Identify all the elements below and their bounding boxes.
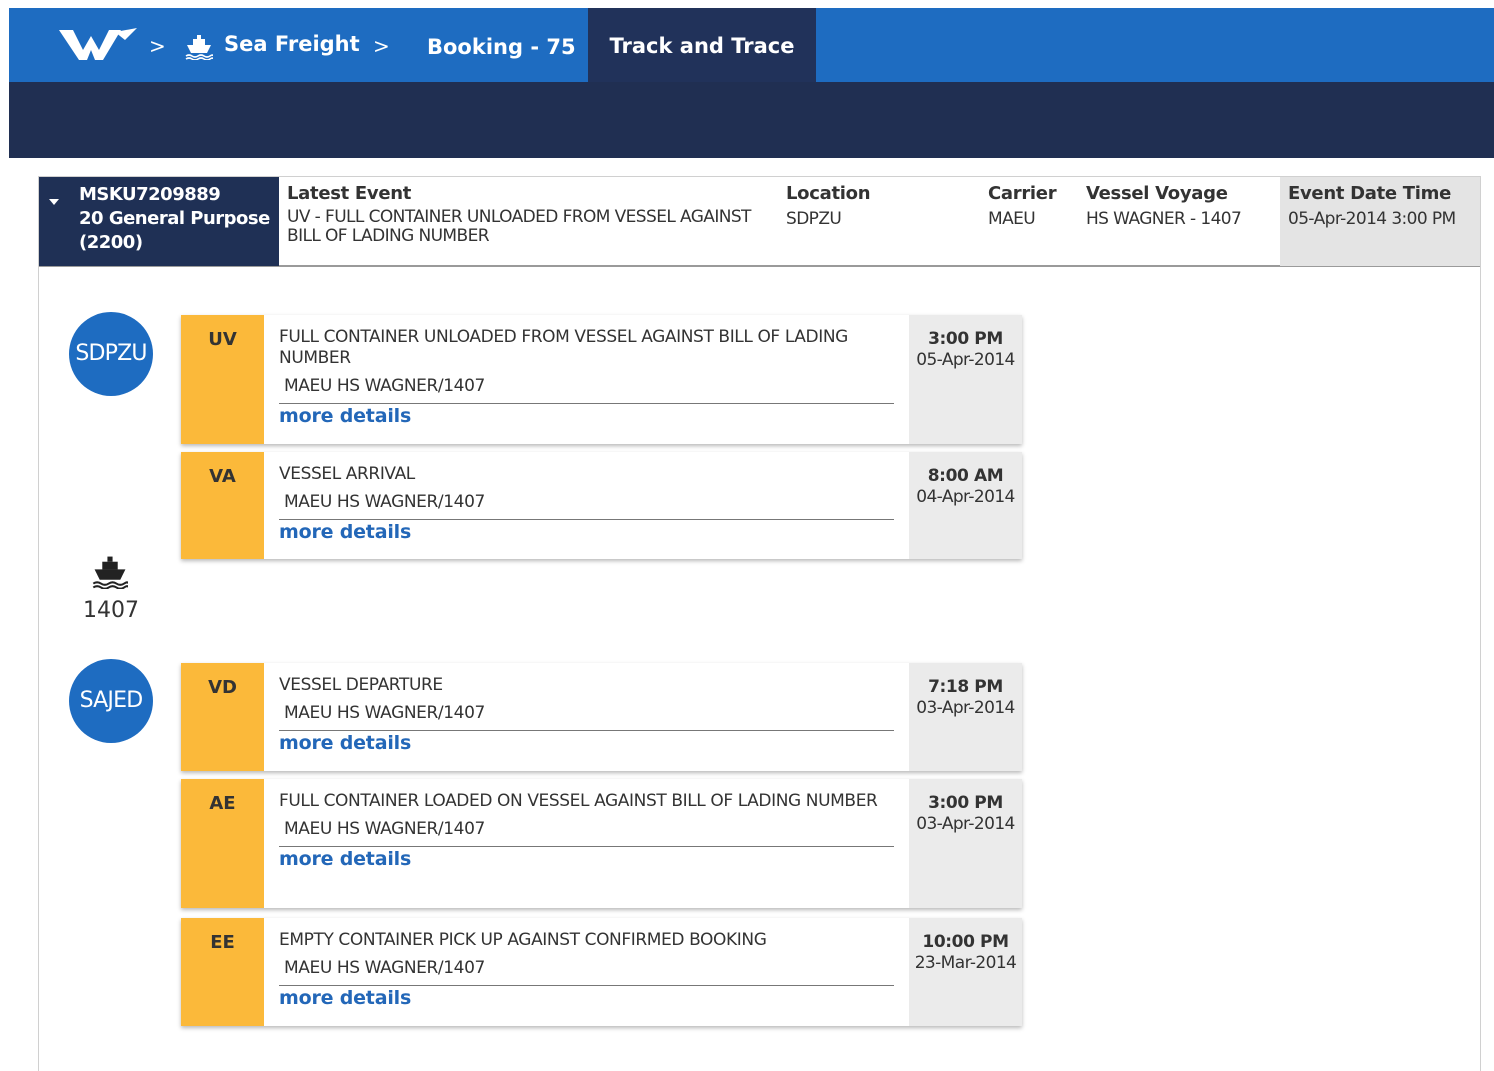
more-details-link[interactable]: more details [279, 732, 894, 754]
event-date-column: Event Date Time 05-Apr-2014 3:00 PM [1280, 177, 1480, 266]
event-time: 3:00 PM [928, 793, 1003, 813]
event-carrier-vessel: MAEU HS WAGNER/1407 [284, 703, 485, 723]
event-date: 04-Apr-2014 [916, 487, 1015, 507]
event-date-label: Event Date Time [1288, 183, 1452, 204]
tab-track-and-trace[interactable]: Track and Trace [588, 8, 816, 82]
breadcrumb-separator: > [149, 34, 166, 58]
breadcrumb-separator: > [373, 34, 390, 58]
ship-icon [185, 35, 213, 60]
location-value: SDPZU [786, 209, 842, 229]
latest-event-value: UV - FULL CONTAINER UNLOADED FROM VESSEL… [287, 207, 751, 246]
more-details-link[interactable]: more details [279, 987, 894, 1009]
divider [279, 519, 894, 520]
event-date: 03-Apr-2014 [916, 814, 1015, 834]
container-type: 20 General Purpose (2200) [79, 208, 270, 253]
vessel-voyage-label: Vessel Voyage [1086, 183, 1228, 204]
event-datetime: 3:00 PM 05-Apr-2014 [909, 315, 1022, 444]
divider [279, 846, 894, 847]
event-date: 03-Apr-2014 [916, 698, 1015, 718]
event-datetime: 8:00 AM 04-Apr-2014 [909, 452, 1022, 559]
ship-icon [92, 556, 128, 589]
more-details-link[interactable]: more details [279, 521, 894, 543]
event-time: 7:18 PM [928, 677, 1003, 697]
divider [279, 403, 894, 404]
location-label: Location [786, 183, 871, 204]
event-title: FULL CONTAINER UNLOADED FROM VESSEL AGAI… [279, 327, 848, 368]
event-code: VA [181, 452, 264, 559]
event-code: UV [181, 315, 264, 444]
event-card-ae: AE FULL CONTAINER LOADED ON VESSEL AGAIN… [181, 779, 1022, 908]
event-datetime: 3:00 PM 03-Apr-2014 [909, 779, 1022, 908]
event-datetime: 10:00 PM 23-Mar-2014 [909, 918, 1022, 1026]
event-code: VD [181, 663, 264, 771]
location-marker-sdpzu: SDPZU [69, 312, 153, 396]
divider [279, 985, 894, 986]
company-logo-icon[interactable] [59, 26, 139, 64]
event-title: VESSEL DEPARTURE [279, 675, 443, 695]
event-date: 05-Apr-2014 [916, 350, 1015, 370]
top-navigation-bar: > Sea Freight > Booking - 75 Track and T… [9, 8, 1494, 82]
voyage-number: 1407 [83, 598, 139, 623]
event-title: FULL CONTAINER LOADED ON VESSEL AGAINST … [279, 791, 878, 811]
event-datetime: 7:18 PM 03-Apr-2014 [909, 663, 1022, 771]
vessel-voyage-column: Vessel Voyage HS WAGNER - 1407 [1086, 183, 1242, 229]
event-carrier-vessel: MAEU HS WAGNER/1407 [284, 819, 485, 839]
carrier-value: MAEU [988, 209, 1036, 229]
location-column: Location SDPZU [786, 183, 871, 229]
vessel-voyage-value: HS WAGNER - 1407 [1086, 209, 1242, 229]
breadcrumb-booking[interactable]: Booking - 75 [427, 35, 576, 59]
breadcrumb-sea-freight[interactable]: Sea Freight [224, 32, 360, 56]
carrier-column: Carrier MAEU [988, 183, 1057, 229]
event-card-va: VA VESSEL ARRIVAL MAEU HS WAGNER/1407 mo… [181, 452, 1022, 559]
more-details-link[interactable]: more details [279, 848, 894, 870]
container-number: MSKU7209889 [79, 184, 221, 205]
event-code: EE [181, 918, 264, 1026]
divider [279, 730, 894, 731]
event-time: 3:00 PM [928, 329, 1003, 349]
more-details-link[interactable]: more details [279, 405, 894, 427]
latest-event-column: Latest Event UV - FULL CONTAINER UNLOADE… [287, 183, 757, 246]
event-carrier-vessel: MAEU HS WAGNER/1407 [284, 958, 485, 978]
event-card-ee: EE EMPTY CONTAINER PICK UP AGAINST CONFI… [181, 918, 1022, 1026]
event-time: 10:00 PM [922, 932, 1009, 952]
collapse-caret-icon[interactable] [49, 199, 59, 205]
container-id-cell[interactable]: MSKU7209889 20 General Purpose (2200) [39, 177, 279, 266]
event-carrier-vessel: MAEU HS WAGNER/1407 [284, 376, 485, 396]
event-card-uv: UV FULL CONTAINER UNLOADED FROM VESSEL A… [181, 315, 1022, 444]
latest-event-label: Latest Event [287, 183, 412, 204]
location-marker-sajed: SAJED [69, 659, 153, 743]
carrier-label: Carrier [988, 183, 1057, 204]
event-date: 23-Mar-2014 [914, 953, 1017, 973]
event-title: VESSEL ARRIVAL [279, 464, 415, 484]
container-summary-row[interactable]: MSKU7209889 20 General Purpose (2200) La… [39, 177, 1480, 267]
event-title: EMPTY CONTAINER PICK UP AGAINST CONFIRME… [279, 930, 767, 950]
event-date-value: 05-Apr-2014 3:00 PM [1288, 209, 1456, 229]
event-carrier-vessel: MAEU HS WAGNER/1407 [284, 492, 485, 512]
event-card-vd: VD VESSEL DEPARTURE MAEU HS WAGNER/1407 … [181, 663, 1022, 771]
sub-header-bar [9, 82, 1494, 158]
event-code: AE [181, 779, 264, 908]
event-time: 8:00 AM [927, 466, 1004, 486]
